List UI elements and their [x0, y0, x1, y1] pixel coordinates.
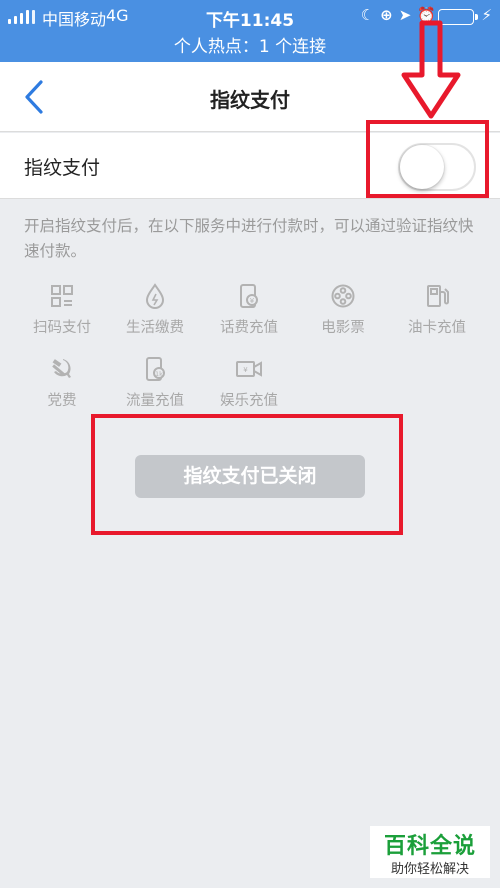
water-drop-icon	[145, 283, 165, 309]
annotation-box-status	[91, 414, 403, 535]
watermark-subtitle: 助你轻松解决	[390, 862, 469, 877]
video-camera-icon: ¥	[236, 361, 262, 377]
fingerprint-pay-description: 开启指纹支付后，在以下服务中进行付款时，可以通过验证指纹快速付款。	[24, 217, 474, 260]
service-label: 生活缴费	[126, 320, 184, 336]
annotation-box-toggle	[366, 120, 489, 198]
service-label: 党费	[47, 393, 77, 409]
svg-text:¥: ¥	[250, 297, 255, 305]
service-label: 娱乐充值	[220, 393, 278, 409]
rotation-lock-icon: ⊕	[380, 6, 399, 24]
svg-text:¥: ¥	[243, 366, 248, 374]
service-label: 话费充值	[220, 320, 278, 336]
moon-icon: ☾	[360, 6, 381, 24]
service-label: 电影票	[321, 320, 365, 336]
charging-bolt-icon: ⚡	[481, 6, 492, 24]
fuel-pump-icon	[427, 285, 449, 307]
qr-scan-icon	[51, 285, 73, 307]
svg-text:1k: 1k	[155, 370, 163, 378]
annotation-arrow-down-icon	[401, 20, 461, 119]
data-phone-icon: 1k	[146, 357, 165, 381]
service-movie-ticket: 电影票	[298, 283, 388, 337]
fingerprint-pay-label: 指纹支付	[24, 157, 101, 179]
service-data-topup: 1k 流量充值	[110, 356, 200, 410]
service-party-fee: 党费	[17, 356, 107, 410]
service-utilities: 生活缴费	[110, 283, 200, 337]
service-entertainment: ¥ 娱乐充值	[204, 356, 294, 410]
service-label: 流量充值	[126, 393, 184, 409]
watermark-logo: 百科全说 助你轻松解决	[370, 826, 490, 878]
service-scan-pay: 扫码支付	[17, 283, 107, 337]
hammer-sickle-icon	[52, 359, 71, 378]
service-fuel-card: 油卡充值	[392, 283, 482, 337]
service-label: 扫码支付	[33, 320, 91, 336]
service-phone-bill: ¥ 话费充值	[204, 283, 294, 337]
watermark-title: 百科全说	[383, 834, 476, 859]
service-label: 油卡充值	[408, 320, 466, 336]
phone-bill-icon: ¥	[240, 284, 258, 308]
film-reel-icon	[331, 284, 355, 308]
